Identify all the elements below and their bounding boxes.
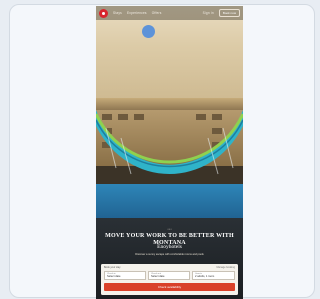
nav-link-stays[interactable]: Stays: [113, 11, 122, 15]
field-value: Select date: [107, 275, 121, 278]
book-now-button[interactable]: Book now: [218, 9, 240, 17]
hammock-illustration: [96, 110, 243, 175]
brand-logo-icon[interactable]: [99, 8, 108, 18]
pool-water: [96, 184, 243, 222]
awning-canopy: [96, 6, 243, 106]
check-out-field[interactable]: Check-out Select date: [148, 271, 190, 280]
hero-subline: Enoyhotels: [157, 244, 182, 250]
guests-field[interactable]: Guests 2 adults, 1 room: [192, 271, 235, 280]
booking-widget: Book your stay Manage booking Check-in S…: [101, 264, 238, 295]
field-value: 2 adults, 1 room: [195, 275, 215, 278]
sign-in-link[interactable]: Sign in: [203, 11, 214, 15]
nav-link-experiences[interactable]: Experiences: [127, 11, 147, 15]
mobile-page-screenshot: Stays Experiences Offers Sign in Book no…: [96, 6, 243, 299]
check-in-field[interactable]: Check-in Select date: [104, 271, 146, 280]
field-value: Select date: [151, 275, 165, 278]
check-availability-button[interactable]: Check availability: [104, 283, 235, 291]
booking-heading: Book your stay: [104, 266, 121, 269]
hero-eyebrow: • • •: [167, 228, 172, 231]
nav-link-offers[interactable]: Offers: [152, 11, 162, 15]
hero-caption: Discover a sunny escape with comfortable…: [135, 253, 204, 256]
manage-booking-link[interactable]: Manage booking: [217, 266, 236, 269]
site-header: Stays Experiences Offers Sign in Book no…: [96, 6, 243, 20]
lamp-icon: [142, 25, 155, 38]
